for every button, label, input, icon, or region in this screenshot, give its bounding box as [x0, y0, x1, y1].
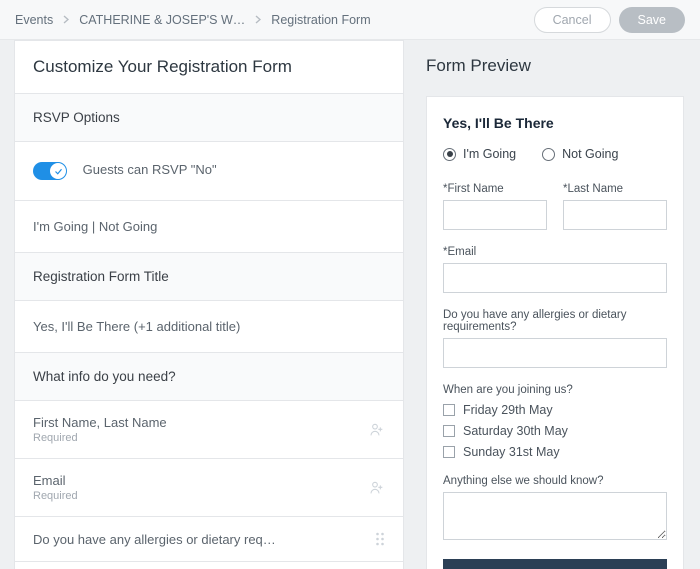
- checkbox-day-label: Sunday 31st May: [463, 445, 560, 459]
- form-title-value[interactable]: Yes, I'll Be There (+1 additional title): [33, 319, 240, 334]
- radio-dot-icon: [443, 148, 456, 161]
- chevron-right-icon: [53, 15, 79, 24]
- label-allergies: Do you have any allergies or dietary req…: [443, 309, 667, 333]
- last-name-input[interactable]: [563, 200, 667, 230]
- checkbox-day[interactable]: Saturday 30th May: [443, 424, 667, 438]
- label-last-name: *Last Name: [563, 183, 667, 195]
- email-input[interactable]: [443, 263, 667, 293]
- field-label: First Name, Last Name: [33, 415, 369, 430]
- add-person-icon[interactable]: [369, 480, 385, 496]
- rsvp-no-toggle[interactable]: [33, 162, 67, 180]
- checkbox-day-label: Friday 29th May: [463, 403, 553, 417]
- breadcrumb-event-name[interactable]: CATHERINE & JOSEP'S W…: [79, 13, 245, 27]
- radio-going[interactable]: I'm Going: [443, 147, 516, 161]
- submit-button[interactable]: SUBMIT: [443, 559, 667, 569]
- label-email: *Email: [443, 246, 667, 258]
- section-info-needed[interactable]: What info do you need?: [15, 352, 403, 400]
- field-row[interactable]: First Name, Last Name Required: [15, 400, 403, 458]
- rsvp-no-toggle-label: Guests can RSVP "No": [83, 162, 217, 177]
- add-person-icon[interactable]: [369, 422, 385, 438]
- section-form-title[interactable]: Registration Form Title: [15, 252, 403, 300]
- field-sub: Required: [33, 432, 369, 444]
- rsvp-no-toggle-row: Guests can RSVP "No": [15, 141, 403, 200]
- save-button[interactable]: Save: [619, 7, 686, 33]
- field-row[interactable]: Email Required: [15, 458, 403, 516]
- field-label: Email: [33, 473, 369, 488]
- drag-handle-icon[interactable]: [375, 531, 385, 547]
- field-row[interactable]: Do you have any allergies or dietary req…: [15, 516, 403, 561]
- field-sub: Required: [33, 490, 369, 502]
- first-name-input[interactable]: [443, 200, 547, 230]
- panel-title: Customize Your Registration Form: [33, 57, 385, 77]
- radio-dot-icon: [542, 148, 555, 161]
- checkbox-icon: [443, 446, 455, 458]
- checkbox-day[interactable]: Sunday 31st May: [443, 445, 667, 459]
- checkbox-icon: [443, 404, 455, 416]
- preview-title: Form Preview: [426, 56, 684, 76]
- section-rsvp-options[interactable]: RSVP Options: [15, 93, 403, 141]
- anything-else-input[interactable]: [443, 492, 667, 540]
- chevron-right-icon: [245, 15, 271, 24]
- preview-subtitle: Yes, I'll Be There: [443, 115, 667, 131]
- label-anything-else: Anything else we should know?: [443, 475, 667, 487]
- cancel-button[interactable]: Cancel: [534, 7, 611, 33]
- field-label: Do you have any allergies or dietary req…: [33, 532, 375, 547]
- radio-going-label: I'm Going: [463, 147, 516, 161]
- going-labels-row[interactable]: I'm Going | Not Going: [33, 219, 157, 234]
- checkbox-icon: [443, 425, 455, 437]
- preview-panel: Form Preview Yes, I'll Be There I'm Goin…: [426, 40, 684, 569]
- checkbox-day[interactable]: Friday 29th May: [443, 403, 667, 417]
- label-first-name: *First Name: [443, 183, 547, 195]
- radio-not-going-label: Not Going: [562, 147, 618, 161]
- checkbox-day-label: Saturday 30th May: [463, 424, 568, 438]
- allergies-input[interactable]: [443, 338, 667, 368]
- page-header: Events CATHERINE & JOSEP'S W… Registrati…: [0, 0, 700, 40]
- check-icon: [50, 163, 66, 179]
- breadcrumb-events[interactable]: Events: [15, 13, 53, 27]
- editor-panel: Customize Your Registration Form RSVP Op…: [14, 40, 404, 569]
- radio-not-going[interactable]: Not Going: [542, 147, 618, 161]
- field-row[interactable]: When are you joining us?: [15, 561, 403, 569]
- breadcrumb-current: Registration Form: [271, 13, 370, 27]
- label-when: When are you joining us?: [443, 384, 667, 396]
